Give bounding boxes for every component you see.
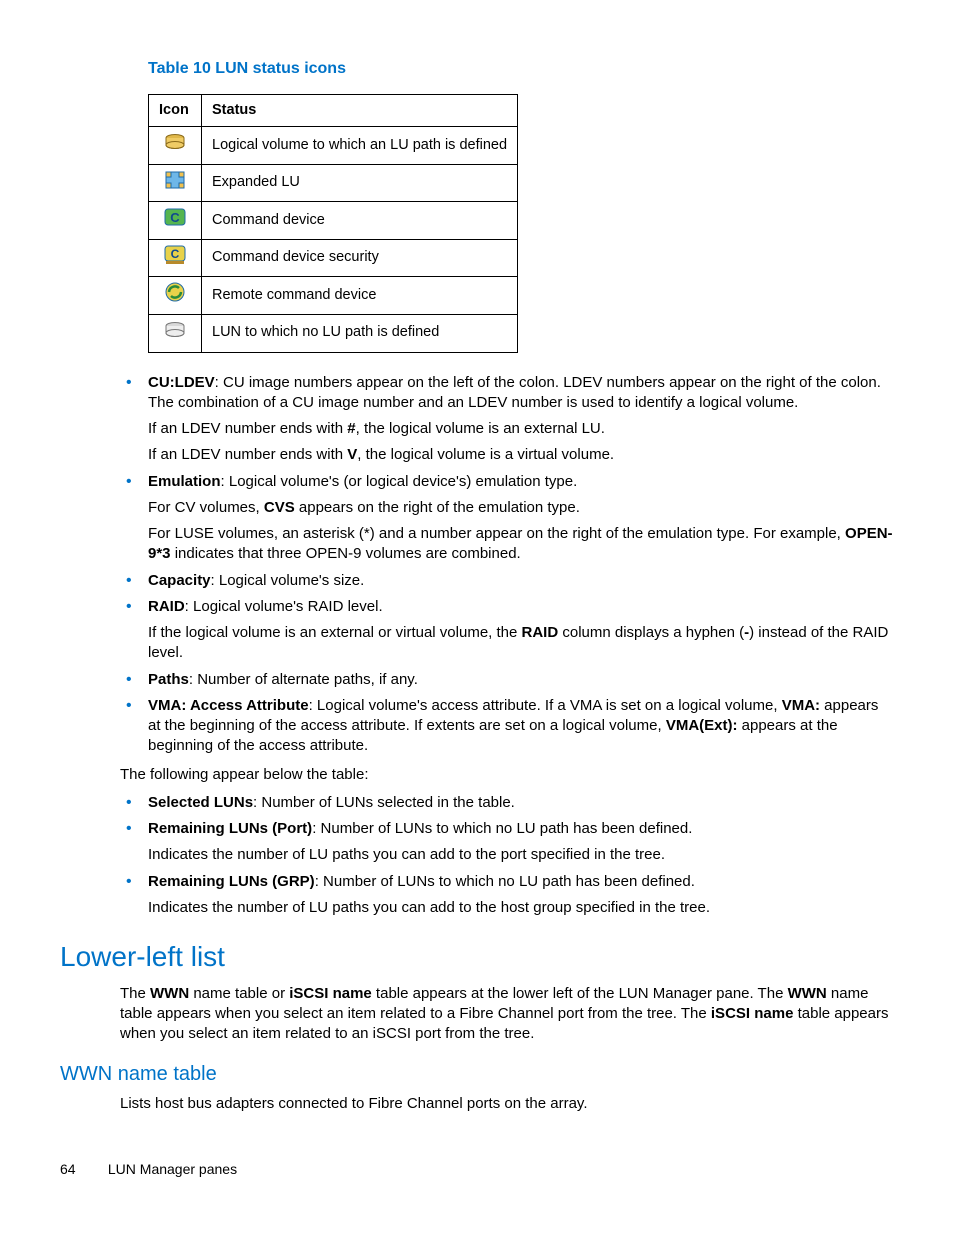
page-footer: 64 LUN Manager panes [60, 1160, 237, 1179]
list-item: Paths: Number of alternate paths, if any… [120, 670, 894, 690]
list-item: VMA: Access Attribute: Logical volume's … [120, 696, 894, 757]
sub-para: If an LDEV number ends with #, the logic… [148, 419, 894, 439]
expanded-lu-icon [163, 169, 187, 191]
lun-defined-icon [163, 131, 187, 153]
status-cell: Remote command device [202, 277, 518, 315]
table-row: Command device [149, 202, 518, 240]
table-row: Command device security [149, 239, 518, 277]
remote-command-device-icon [163, 281, 187, 303]
list-item: Emulation: Logical volume's (or logical … [120, 472, 894, 565]
sub-para: Indicates the number of LU paths you can… [148, 898, 894, 918]
table-title: Table 10 LUN status icons [148, 58, 894, 80]
sub-para: For LUSE volumes, an asterisk (*) and a … [148, 524, 894, 565]
below-table-para: The following appear below the table: [120, 765, 894, 785]
status-cell: Expanded LU [202, 164, 518, 202]
sub-para: If an LDEV number ends with V, the logic… [148, 445, 894, 465]
subsection-body: Lists host bus adapters connected to Fib… [120, 1094, 894, 1114]
status-cell: LUN to which no LU path is defined [202, 314, 518, 352]
status-cell: Command device security [202, 239, 518, 277]
page-number: 64 [60, 1160, 104, 1179]
th-status: Status [202, 94, 518, 127]
status-cell: Command device [202, 202, 518, 240]
status-cell: Logical volume to which an LU path is de… [202, 127, 518, 165]
list-item: RAID: Logical volume's RAID level. If th… [120, 597, 894, 664]
list-item: Selected LUNs: Number of LUNs selected i… [120, 793, 894, 813]
list-item: Remaining LUNs (Port): Number of LUNs to… [120, 819, 894, 866]
list-item: Remaining LUNs (GRP): Number of LUNs to … [120, 872, 894, 919]
section-body: The WWN name table or iSCSI name table a… [120, 984, 894, 1045]
th-icon: Icon [149, 94, 202, 127]
command-device-security-icon [163, 244, 187, 266]
sub-para: If the logical volume is an external or … [148, 623, 894, 664]
table-row: LUN to which no LU path is defined [149, 314, 518, 352]
table-row: Remote command device [149, 277, 518, 315]
lun-no-path-icon [163, 319, 187, 341]
sub-para: Indicates the number of LU paths you can… [148, 845, 894, 865]
bullet-list-2: Selected LUNs: Number of LUNs selected i… [120, 793, 894, 918]
list-item: Capacity: Logical volume's size. [120, 571, 894, 591]
list-item: CU:LDEV: CU image numbers appear on the … [120, 373, 894, 466]
subsection-heading-wwn-name-table: WWN name table [60, 1061, 894, 1088]
lun-status-icons-table: Icon Status Logical volume to which an L… [148, 94, 518, 353]
footer-label: LUN Manager panes [108, 1161, 237, 1177]
command-device-icon [163, 206, 187, 228]
sub-para: For CV volumes, CVS appears on the right… [148, 498, 894, 518]
section-heading-lower-left-list: Lower-left list [60, 938, 894, 976]
table-row: Expanded LU [149, 164, 518, 202]
table-row: Logical volume to which an LU path is de… [149, 127, 518, 165]
bullet-list-1: CU:LDEV: CU image numbers appear on the … [120, 373, 894, 757]
